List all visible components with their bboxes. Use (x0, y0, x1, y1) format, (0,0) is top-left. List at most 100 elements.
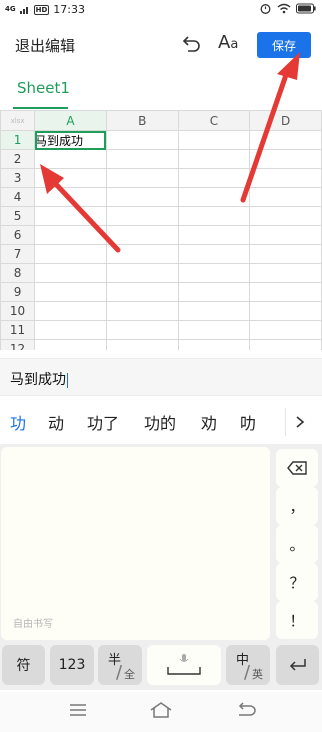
column-header-c[interactable]: C (177, 110, 251, 131)
cell[interactable] (34, 320, 107, 340)
cell[interactable] (34, 149, 107, 169)
row-header[interactable]: 3 (0, 168, 36, 188)
cell[interactable] (249, 320, 322, 340)
cell[interactable] (34, 206, 107, 226)
key-comma[interactable]: ， (276, 487, 318, 525)
cell[interactable] (249, 339, 322, 350)
number-key[interactable]: 123 (50, 645, 94, 685)
exit-edit-button[interactable]: 退出编辑 (15, 35, 75, 56)
cell[interactable] (105, 149, 179, 169)
cell[interactable] (249, 130, 322, 150)
row-header[interactable]: 4 (0, 187, 36, 207)
cell[interactable] (34, 263, 107, 283)
cell[interactable] (177, 130, 251, 150)
cell[interactable] (34, 225, 107, 245)
ime-candidate[interactable]: 劝 (201, 410, 217, 434)
row-header[interactable]: 1 (0, 130, 36, 150)
ime-candidate[interactable]: 动 (48, 410, 64, 434)
cell[interactable] (249, 244, 322, 264)
cell[interactable] (249, 225, 322, 245)
cell[interactable] (34, 301, 107, 321)
row-header[interactable]: 5 (0, 206, 36, 226)
cell[interactable] (177, 225, 251, 245)
cell[interactable] (249, 187, 322, 207)
sheet-tab-bar: Sheet1 (0, 68, 322, 111)
more-candidates-button[interactable] (285, 408, 314, 436)
row-header[interactable]: 11 (0, 320, 36, 340)
font-format-button[interactable]: Aa (218, 32, 238, 53)
cell[interactable] (105, 320, 179, 340)
column-header-b[interactable]: B (105, 110, 179, 131)
cell[interactable] (177, 168, 251, 188)
key-period[interactable]: 。 (276, 525, 318, 563)
cell[interactable] (105, 168, 179, 188)
cell[interactable] (249, 168, 322, 188)
cell[interactable] (177, 339, 251, 350)
column-header-a[interactable]: A (34, 110, 107, 131)
cell[interactable] (177, 263, 251, 283)
cell[interactable] (249, 301, 322, 321)
handwriting-hint: 自由书写 (13, 619, 53, 630)
cell[interactable] (249, 206, 322, 226)
cell[interactable] (177, 320, 251, 340)
cell[interactable] (105, 301, 179, 321)
key-exclamation[interactable]: ！ (276, 601, 318, 639)
ime-candidate[interactable]: 功了 (87, 410, 119, 434)
nav-home-button[interactable] (150, 702, 172, 722)
cell[interactable] (105, 244, 179, 264)
select-all-corner[interactable]: xlsx (0, 110, 36, 131)
save-button[interactable]: 保存 (257, 32, 311, 58)
row-header[interactable]: 10 (0, 301, 36, 321)
row-header[interactable]: 2 (0, 149, 36, 169)
cell[interactable] (105, 339, 179, 350)
row-header[interactable]: 8 (0, 263, 36, 283)
cell[interactable] (34, 187, 107, 207)
column-header-d[interactable]: D (249, 110, 322, 131)
symbol-key[interactable]: 符 (2, 645, 45, 685)
cell[interactable] (177, 206, 251, 226)
cell[interactable] (177, 149, 251, 169)
cell[interactable] (249, 149, 322, 169)
tab-sheet1[interactable]: Sheet1 (17, 79, 70, 97)
full-width-label: 全 (124, 668, 135, 681)
backspace-key[interactable] (276, 449, 318, 487)
cell[interactable] (105, 263, 179, 283)
cell[interactable] (34, 282, 107, 302)
space-key[interactable] (147, 645, 221, 685)
row-header[interactable]: 7 (0, 244, 36, 264)
battery-icon (296, 3, 316, 14)
ime-candidate[interactable]: 叻 (240, 410, 256, 434)
cell[interactable] (34, 339, 107, 350)
cell[interactable] (34, 244, 107, 264)
cell[interactable] (249, 263, 322, 283)
row-header[interactable]: 12 (0, 339, 36, 350)
ime-candidate[interactable]: 功 (10, 410, 26, 434)
row-header[interactable]: 9 (0, 282, 36, 302)
cell[interactable] (105, 282, 179, 302)
cell[interactable] (177, 282, 251, 302)
ime-candidate[interactable]: 功的 (144, 410, 176, 434)
cell-a1-active[interactable]: 马到成功 (34, 130, 107, 150)
nav-menu-button[interactable] (68, 702, 88, 722)
enter-key[interactable] (276, 645, 319, 685)
cell[interactable] (177, 244, 251, 264)
cell-edit-value: 马到成功 (10, 372, 66, 388)
cellular-signal-icon (19, 7, 28, 14)
cell[interactable] (177, 301, 251, 321)
edit-toolbar: 退出编辑 Aa 保存 (0, 22, 322, 68)
cell-edit-bar[interactable]: 马到成功 (0, 358, 322, 396)
nav-back-button[interactable] (236, 702, 256, 722)
cell[interactable] (105, 225, 179, 245)
cell[interactable] (177, 187, 251, 207)
cell[interactable] (105, 130, 179, 150)
undo-button[interactable] (180, 33, 202, 55)
handwriting-pad[interactable]: 自由书写 (1, 447, 270, 640)
row-header[interactable]: 6 (0, 225, 36, 245)
zh-en-switch-key[interactable]: 中 / 英 (226, 645, 270, 685)
cell[interactable] (105, 206, 179, 226)
cell[interactable] (34, 168, 107, 188)
key-question[interactable]: ？ (276, 563, 318, 601)
cell[interactable] (249, 282, 322, 302)
half-full-width-key[interactable]: 半 / 全 (98, 645, 142, 685)
cell[interactable] (105, 187, 179, 207)
